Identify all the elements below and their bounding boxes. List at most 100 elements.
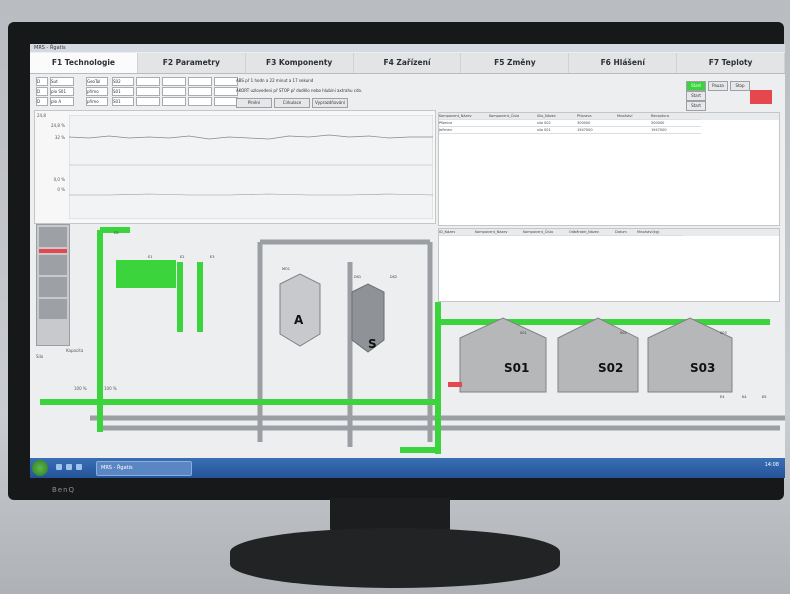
row3-col3[interactable]: přímo <box>86 97 108 106</box>
windows-taskbar: MRS - Řgatis 14:08 <box>30 458 785 478</box>
big-silo-s01: S01 <box>459 317 547 393</box>
message-2: AKORT uzlovedeni př STOP př dodělo nebo … <box>236 88 363 93</box>
tag-ds2: DS2 <box>390 275 397 279</box>
row2-select-d[interactable] <box>214 87 238 96</box>
big-silo-s03-label: S03 <box>690 361 715 375</box>
table-row[interactable]: Pšenice silo S02 300000 300000 <box>439 120 779 127</box>
table-cell: silo S01 <box>537 127 577 134</box>
trend-value-5: 0 % <box>57 187 65 192</box>
table-cell: silo S02 <box>537 120 577 127</box>
row1-select-d[interactable] <box>214 77 238 86</box>
tag-ds1: DS1 <box>354 275 361 279</box>
row1-select-a[interactable] <box>136 77 160 86</box>
stop-button[interactable]: Stop <box>730 81 750 91</box>
message-1: ABS př 1 hodn a 22 minut a 17 sekund <box>236 78 314 83</box>
tag-e1: E1 <box>148 255 152 259</box>
taskbar-task-mrs[interactable]: MRS - Řgatis <box>96 461 192 476</box>
trend-chart <box>69 115 433 219</box>
table-row[interactable]: Ječmen silo S01 1947000 1947000 <box>439 127 779 134</box>
quicklaunch-icon-2[interactable] <box>66 464 72 470</box>
tag-s02: S02 <box>620 331 627 335</box>
row3-col2[interactable]: plo A <box>50 97 74 106</box>
start-button-2[interactable]: Start <box>686 91 706 101</box>
tag-e2: E2 <box>180 255 184 259</box>
row3-col1[interactable]: D <box>36 97 48 106</box>
row1-col2[interactable]: Sut <box>50 77 74 86</box>
trend-value-4: 0,0 % <box>53 177 65 182</box>
col-header-3: Silo_Název <box>537 113 577 120</box>
small-silo-s-label: S <box>368 337 377 351</box>
tag-e4: E4 <box>720 395 725 399</box>
tag-k4: K4 <box>742 395 747 399</box>
small-silo-a <box>279 273 321 347</box>
table-cell <box>489 120 537 127</box>
tab-zarizeni[interactable]: F4 Zařízení <box>354 53 462 73</box>
monitor-stand-base <box>230 528 560 588</box>
row3-col4[interactable]: S01 <box>112 97 134 106</box>
row2-select-c[interactable] <box>188 87 212 96</box>
tab-parametry[interactable]: F2 Parametry <box>138 53 246 73</box>
small-silo-a-label: A <box>294 313 304 327</box>
tag-e3: E3 <box>210 255 214 259</box>
tag-s03: S03 <box>720 331 727 335</box>
row3-select-c[interactable] <box>188 97 212 106</box>
plneni-button[interactable]: Plnění <box>236 98 272 108</box>
quicklaunch-icon-3[interactable] <box>76 464 82 470</box>
tab-hlaseni[interactable]: F6 Hlášení <box>569 53 678 73</box>
start-button-3[interactable]: Start <box>686 101 706 111</box>
vyprazdnovani-button[interactable]: Vyprazdňování <box>312 98 348 108</box>
row3-select-d[interactable] <box>214 97 238 106</box>
mixer-unit <box>116 260 176 288</box>
tab-komponenty[interactable]: F3 Komponenty <box>246 53 354 73</box>
big-silo-s02: S02 <box>557 317 639 393</box>
row2-select-a[interactable] <box>136 87 160 96</box>
tag-mo1: MO1 <box>282 267 290 271</box>
pause-button[interactable]: Pauza <box>708 81 728 91</box>
row2-col2[interactable]: plo S01 <box>50 87 74 96</box>
window-titlebar: MRS - Řgatis <box>30 44 785 52</box>
monitor-brand: BenQ <box>52 486 76 494</box>
alarm-indicator <box>750 90 772 104</box>
tag-d1: D1 <box>114 231 119 235</box>
row3-select-a[interactable] <box>136 97 160 106</box>
table-cell: Ječmen <box>439 127 489 134</box>
big-silo-s03: S03 <box>647 317 733 393</box>
big-silo-s02-label: S02 <box>598 361 623 375</box>
process-diagram: A S S01 S02 S03 D1 E1 E2 E3 MO1 DS1 DS2 … <box>40 227 785 454</box>
tag-k5: K5 <box>762 395 767 399</box>
table-cell: Pšenice <box>439 120 489 127</box>
quicklaunch-icon-1[interactable] <box>56 464 62 470</box>
trend-value-2: 24,8 % <box>51 123 65 128</box>
trend-value-1: 24,8 <box>37 113 46 118</box>
control-rows: D Sut GeoTal S02 D plo S01 přímo S01 D p… <box>36 77 238 107</box>
col-header-2: Komponent_Číslo <box>489 113 537 120</box>
tab-bar: F1 Technologie F2 Parametry F3 Komponent… <box>30 53 785 74</box>
row1-col4[interactable]: S02 <box>112 77 134 86</box>
table-cell: 1947000 <box>577 127 617 134</box>
row1-col1[interactable]: D <box>36 77 48 86</box>
row2-col4[interactable]: S01 <box>112 87 134 96</box>
components-table-header: Komponent_Název Komponent_Číslo Silo_Náz… <box>439 113 779 120</box>
row3-select-b[interactable] <box>162 97 186 106</box>
start-button-1[interactable]: Start <box>686 81 706 91</box>
row1-select-b[interactable] <box>162 77 186 86</box>
col-header-5: Množství <box>617 113 651 120</box>
col-header-1: Komponent_Název <box>439 113 489 120</box>
row2-col1[interactable]: D <box>36 87 48 96</box>
start-button[interactable] <box>32 460 48 476</box>
tab-technologie[interactable]: F1 Technologie <box>30 53 138 73</box>
tag-s01: S01 <box>520 331 527 335</box>
row1-col3[interactable]: GeoTal <box>86 77 108 86</box>
row1-select-c[interactable] <box>188 77 212 86</box>
table-cell: 300000 <box>651 120 701 127</box>
window-title: MRS - Řgatis <box>34 45 66 51</box>
row2-col3[interactable]: přímo <box>86 87 108 96</box>
big-silo-s01-label: S01 <box>504 361 529 375</box>
components-table: Komponent_Název Komponent_Číslo Silo_Náz… <box>438 112 780 226</box>
tab-zmeny[interactable]: F5 Změny <box>461 53 570 73</box>
cirkulace-button[interactable]: Cirkulace <box>274 98 310 108</box>
taskbar-clock: 14:08 <box>764 462 779 468</box>
row2-select-b[interactable] <box>162 87 186 96</box>
tab-teploty[interactable]: F7 Teploty <box>677 53 785 73</box>
table-cell: 1947000 <box>651 127 701 134</box>
